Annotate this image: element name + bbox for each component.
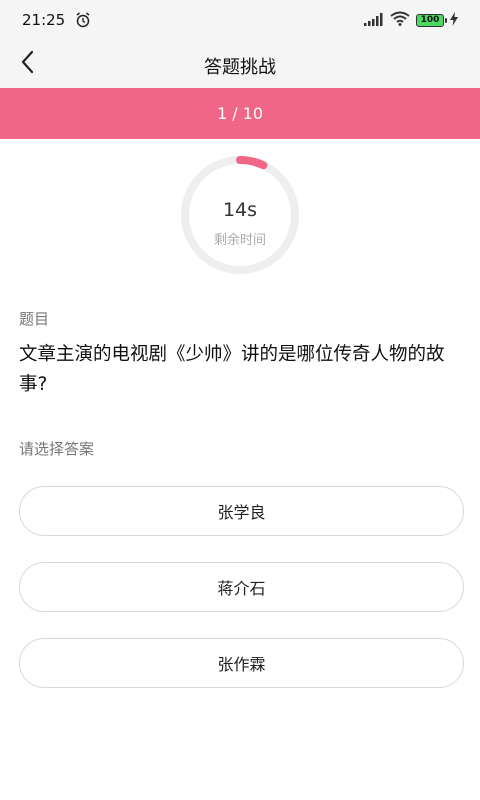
question-label: 题目 xyxy=(19,310,50,328)
answer-option[interactable]: 张作霖 xyxy=(19,638,464,688)
charging-icon xyxy=(450,11,458,30)
answer-option[interactable]: 张学良 xyxy=(19,486,464,536)
nav-bar: 答题挑战 xyxy=(0,40,480,88)
question-text: 文章主演的电视剧《少帅》讲的是哪位传奇人物的故事? xyxy=(19,344,445,395)
timer-value: 14s xyxy=(222,199,258,221)
battery-icon: 100 xyxy=(416,13,447,27)
battery-level: 100 xyxy=(420,14,440,25)
progress-counter: 1 / 10 xyxy=(216,104,264,123)
countdown-timer: 14s 剩余时间 xyxy=(180,155,300,275)
answer-option[interactable]: 蒋介石 xyxy=(19,562,464,612)
status-time: 21:25 xyxy=(22,11,66,29)
answer-prompt: 请选择答案 xyxy=(19,440,95,458)
timer-label: 剩余时间 xyxy=(213,233,266,248)
wifi-icon xyxy=(390,11,410,30)
alarm-icon xyxy=(75,12,91,28)
page-title: 答题挑战 xyxy=(204,57,276,78)
status-icons: 100 xyxy=(364,11,458,30)
question-progress: 1 / 10 xyxy=(0,88,480,139)
signal-icon xyxy=(364,11,384,30)
status-bar: 21:25 100 xyxy=(0,0,480,40)
